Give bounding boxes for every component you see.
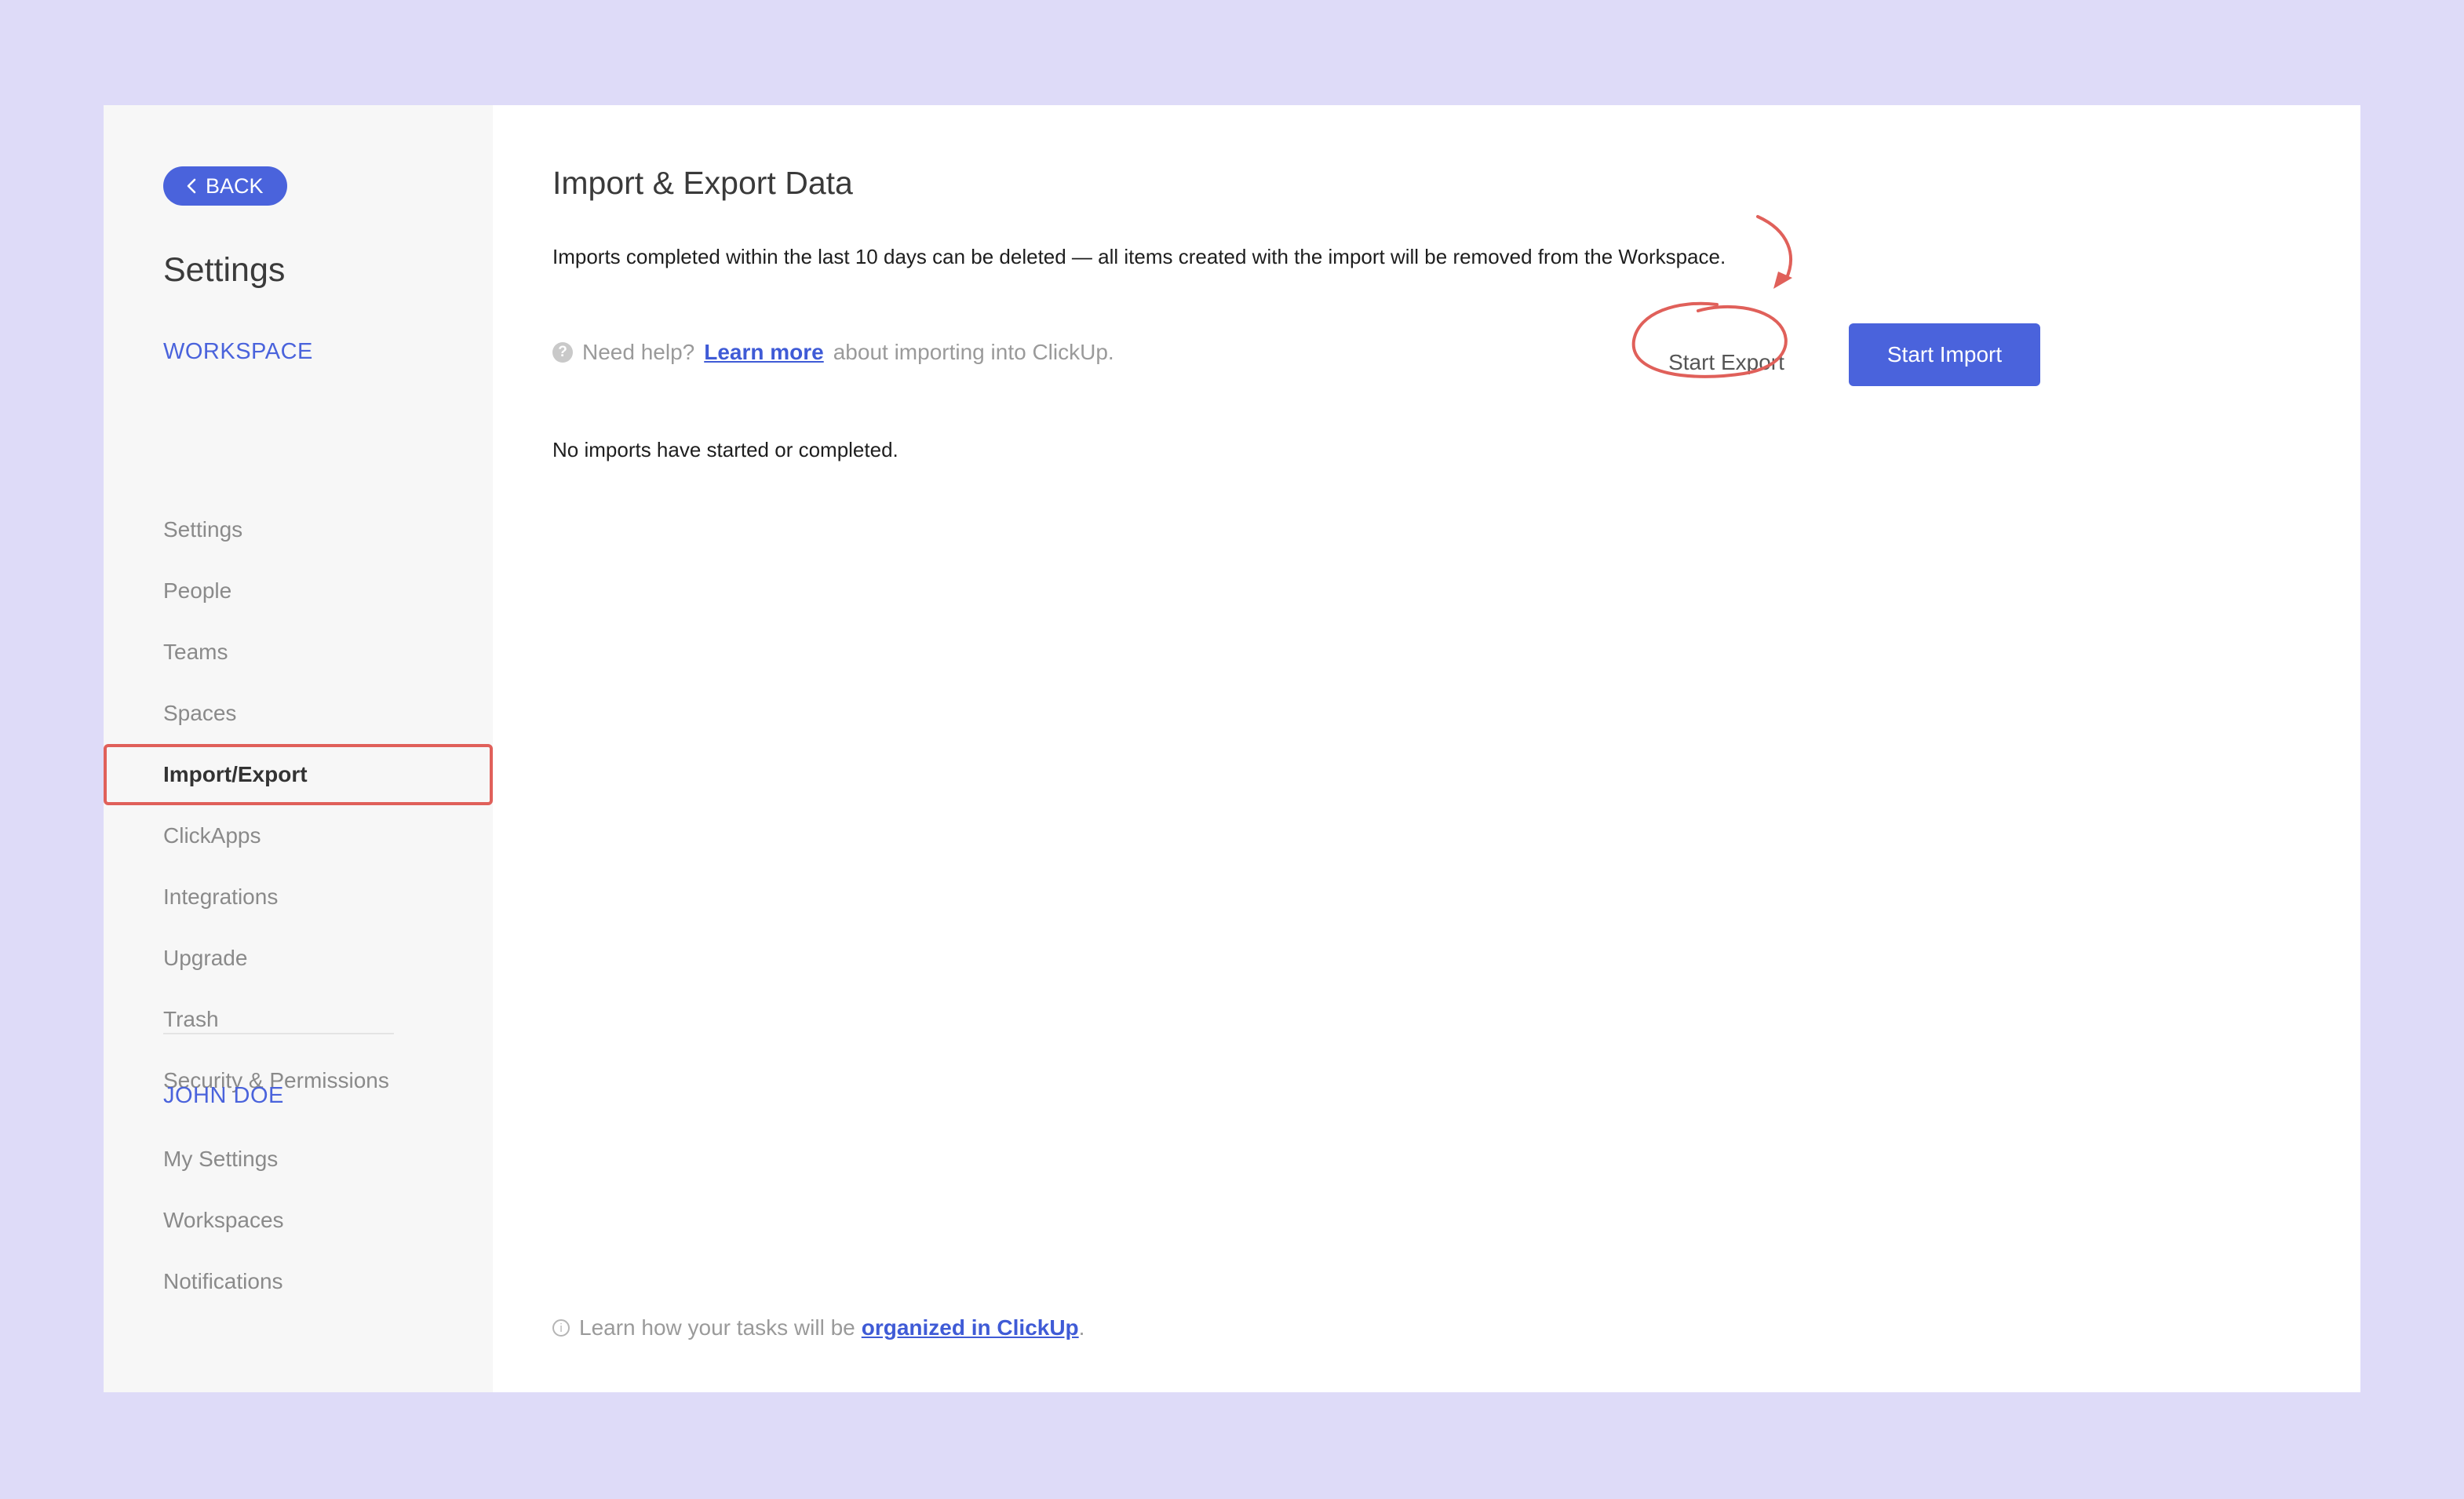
- start-export-button[interactable]: Start Export: [1635, 337, 1817, 388]
- sidebar-item-clickapps[interactable]: ClickApps: [104, 805, 493, 866]
- sidebar-item-workspaces[interactable]: Workspaces: [104, 1190, 493, 1251]
- sidebar: BACK Settings WORKSPACE Settings People …: [104, 105, 493, 1392]
- start-import-button[interactable]: Start Import: [1849, 323, 2040, 386]
- sidebar-item-notifications[interactable]: Notifications: [104, 1251, 493, 1312]
- sidebar-item-upgrade[interactable]: Upgrade: [104, 928, 493, 989]
- info-icon: i: [552, 1319, 570, 1337]
- help-suffix: about importing into ClickUp.: [833, 340, 1114, 364]
- import-description: Imports completed within the last 10 day…: [552, 245, 1726, 268]
- organized-in-clickup-link[interactable]: organized in ClickUp: [862, 1315, 1079, 1340]
- sidebar-item-spaces[interactable]: Spaces: [104, 683, 493, 744]
- sidebar-item-trash[interactable]: Trash: [104, 989, 493, 1050]
- user-nav: My Settings Workspaces Notifications: [104, 1129, 493, 1312]
- back-button[interactable]: BACK: [163, 166, 287, 206]
- settings-window: BACK Settings WORKSPACE Settings People …: [104, 105, 2360, 1392]
- footer-note: i Learn how your tasks will be organized…: [552, 1315, 1084, 1340]
- sidebar-item-my-settings[interactable]: My Settings: [104, 1129, 493, 1190]
- sidebar-item-security-permissions[interactable]: Security & Permissions: [104, 1050, 493, 1111]
- workspace-nav: Settings People Teams Spaces Import/Expo…: [104, 499, 493, 1111]
- help-prefix: Need help?: [582, 340, 695, 364]
- help-row: ? Need help? Learn more about importing …: [552, 340, 1114, 365]
- sidebar-item-integrations[interactable]: Integrations: [104, 866, 493, 928]
- chevron-left-icon: [187, 178, 196, 194]
- sidebar-item-teams[interactable]: Teams: [104, 622, 493, 683]
- footer-prefix: Learn how your tasks will be: [579, 1315, 855, 1340]
- main-panel: Import & Export Data Imports completed w…: [493, 105, 2360, 1392]
- sidebar-item-settings[interactable]: Settings: [104, 499, 493, 560]
- question-icon: ?: [552, 342, 573, 363]
- user-heading: JOHN DOE: [163, 1083, 284, 1108]
- page-title: Import & Export Data: [552, 165, 853, 201]
- sidebar-divider: [163, 1033, 394, 1034]
- sidebar-item-import-export[interactable]: Import/Export: [104, 744, 493, 805]
- sidebar-title: Settings: [163, 251, 286, 289]
- empty-state: No imports have started or completed.: [552, 438, 898, 461]
- learn-more-link[interactable]: Learn more: [704, 340, 824, 365]
- footer-link-wrap: organized in ClickUp.: [862, 1315, 1085, 1340]
- sidebar-item-people[interactable]: People: [104, 560, 493, 622]
- back-label: BACK: [206, 173, 264, 198]
- workspace-heading: WORKSPACE: [163, 339, 313, 364]
- footer-suffix: .: [1078, 1315, 1085, 1340]
